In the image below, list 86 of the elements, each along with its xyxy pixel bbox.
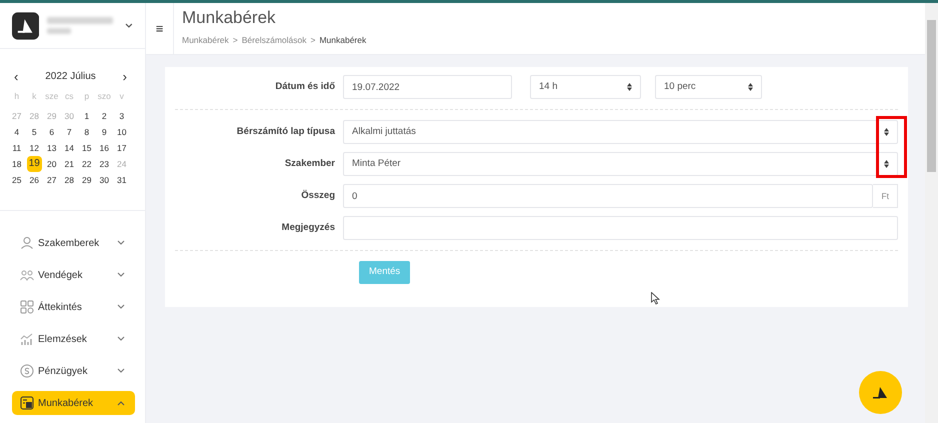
- calendar-day[interactable]: 7: [64, 124, 74, 140]
- calendar-day[interactable]: 15: [80, 140, 94, 156]
- select-field[interactable]: 14 h: [530, 75, 641, 99]
- menu-item[interactable]: Pénzügyek: [12, 359, 135, 383]
- logo-icon: [872, 386, 890, 400]
- calendar-day[interactable]: 8: [82, 124, 92, 140]
- weekday-label: p: [83, 90, 90, 104]
- calendar-day[interactable]: 29: [80, 172, 94, 188]
- calendar-day[interactable]: 14: [62, 140, 76, 156]
- menu-item[interactable]: Vendégek: [12, 263, 135, 287]
- calendar-day[interactable]: 18: [10, 156, 24, 172]
- weekday-label: h: [13, 90, 20, 104]
- select-field[interactable]: Alkalmi juttatás: [343, 120, 898, 144]
- calendar-day[interactable]: 12: [28, 140, 41, 156]
- chevron-down-icon: [117, 368, 125, 374]
- breadcrumb-link[interactable]: Munkabérek: [182, 34, 229, 47]
- menu-item[interactable]: Szakemberek: [12, 231, 135, 255]
- calendar-day[interactable]: 5: [30, 124, 39, 140]
- chevron-down-icon: [117, 304, 125, 310]
- prev-month-button[interactable]: ‹: [8, 70, 24, 84]
- person-icon: [20, 236, 34, 250]
- calendar-day[interactable]: 19: [26, 156, 42, 172]
- field-label: Megjegyzés: [280, 220, 336, 235]
- menu-item[interactable]: Áttekintés: [12, 295, 135, 319]
- menu-item[interactable]: Munkabérek: [12, 391, 135, 415]
- input-field[interactable]: 19.07.2022: [343, 75, 512, 99]
- select-arrows-icon: [627, 83, 632, 91]
- chevron-down-icon: [117, 272, 125, 278]
- calendar-day[interactable]: 17: [115, 140, 128, 156]
- calendar-day[interactable]: 2: [100, 108, 109, 124]
- calendar-day[interactable]: 21: [62, 156, 76, 172]
- next-month-button[interactable]: ›: [116, 70, 133, 84]
- weekday-label: v: [118, 90, 125, 104]
- calendar-day[interactable]: 13: [45, 140, 58, 156]
- highlight-frame: [876, 116, 907, 178]
- calendar-day[interactable]: 26: [28, 172, 41, 188]
- weekday-label: szo: [96, 90, 112, 104]
- coin-icon: [20, 364, 34, 378]
- menu-item[interactable]: Elemzések: [12, 327, 135, 351]
- unit-label: Ft: [873, 184, 898, 208]
- calendar-day[interactable]: 20: [45, 156, 58, 172]
- calendar-day[interactable]: 16: [98, 140, 111, 156]
- calendar-day[interactable]: 28: [62, 172, 76, 188]
- weekday-label: sze: [44, 90, 60, 104]
- calendar-day[interactable]: 27: [45, 172, 58, 188]
- calendar-day[interactable]: 11: [10, 140, 24, 156]
- chevron-down-icon: [117, 336, 125, 342]
- month-title: 2022 Július: [45, 70, 96, 84]
- calendar-day[interactable]: 1: [82, 108, 92, 124]
- calendar-day[interactable]: 3: [117, 108, 126, 124]
- select-arrows-icon: [748, 83, 753, 91]
- calendar-day[interactable]: 4: [12, 124, 22, 140]
- menu-button[interactable]: ≡: [146, 3, 174, 55]
- app-logo-button[interactable]: [859, 371, 902, 414]
- logo-icon: [12, 12, 40, 40]
- field-label: Szakember: [284, 156, 336, 171]
- calendar-day[interactable]: 25: [10, 172, 24, 188]
- select-field[interactable]: Minta Péter: [343, 152, 898, 176]
- weekday-label: k: [31, 90, 38, 104]
- select-field[interactable]: 10 perc: [655, 75, 762, 99]
- chevron-down-icon: [117, 240, 125, 246]
- document-icon: [20, 396, 34, 410]
- input-field[interactable]: [343, 216, 898, 240]
- calendar-day[interactable]: 6: [47, 124, 56, 140]
- chevron-down-icon: [125, 22, 133, 29]
- breadcrumb-separator: >: [232, 34, 238, 47]
- calendar-day[interactable]: 22: [80, 156, 94, 172]
- field-label: Dátum és idő: [274, 80, 336, 94]
- chart-icon: [20, 332, 34, 346]
- calendar-day[interactable]: 30: [98, 172, 111, 188]
- breadcrumb-link[interactable]: Bérelszámolások: [242, 34, 306, 47]
- field-label: Összeg: [300, 188, 336, 203]
- chevron-up-icon: [117, 400, 125, 406]
- page-title: Munkabérek: [182, 9, 277, 26]
- breadcrumb-separator: >: [310, 34, 316, 47]
- field-label: Bérszámító lap típusa: [236, 124, 336, 139]
- calendar-day[interactable]: 9: [100, 124, 109, 140]
- weekday-label: cs: [64, 90, 74, 104]
- calendar-day[interactable]: 10: [115, 124, 128, 140]
- calendar-day[interactable]: 23: [98, 156, 111, 172]
- select-arrows-icon: [884, 160, 889, 168]
- scrollbar[interactable]: [925, 3, 938, 423]
- grid-icon: [20, 300, 34, 314]
- select-arrows-icon: [884, 128, 889, 136]
- calendar-day[interactable]: 31: [115, 172, 128, 188]
- people-icon: [20, 268, 34, 282]
